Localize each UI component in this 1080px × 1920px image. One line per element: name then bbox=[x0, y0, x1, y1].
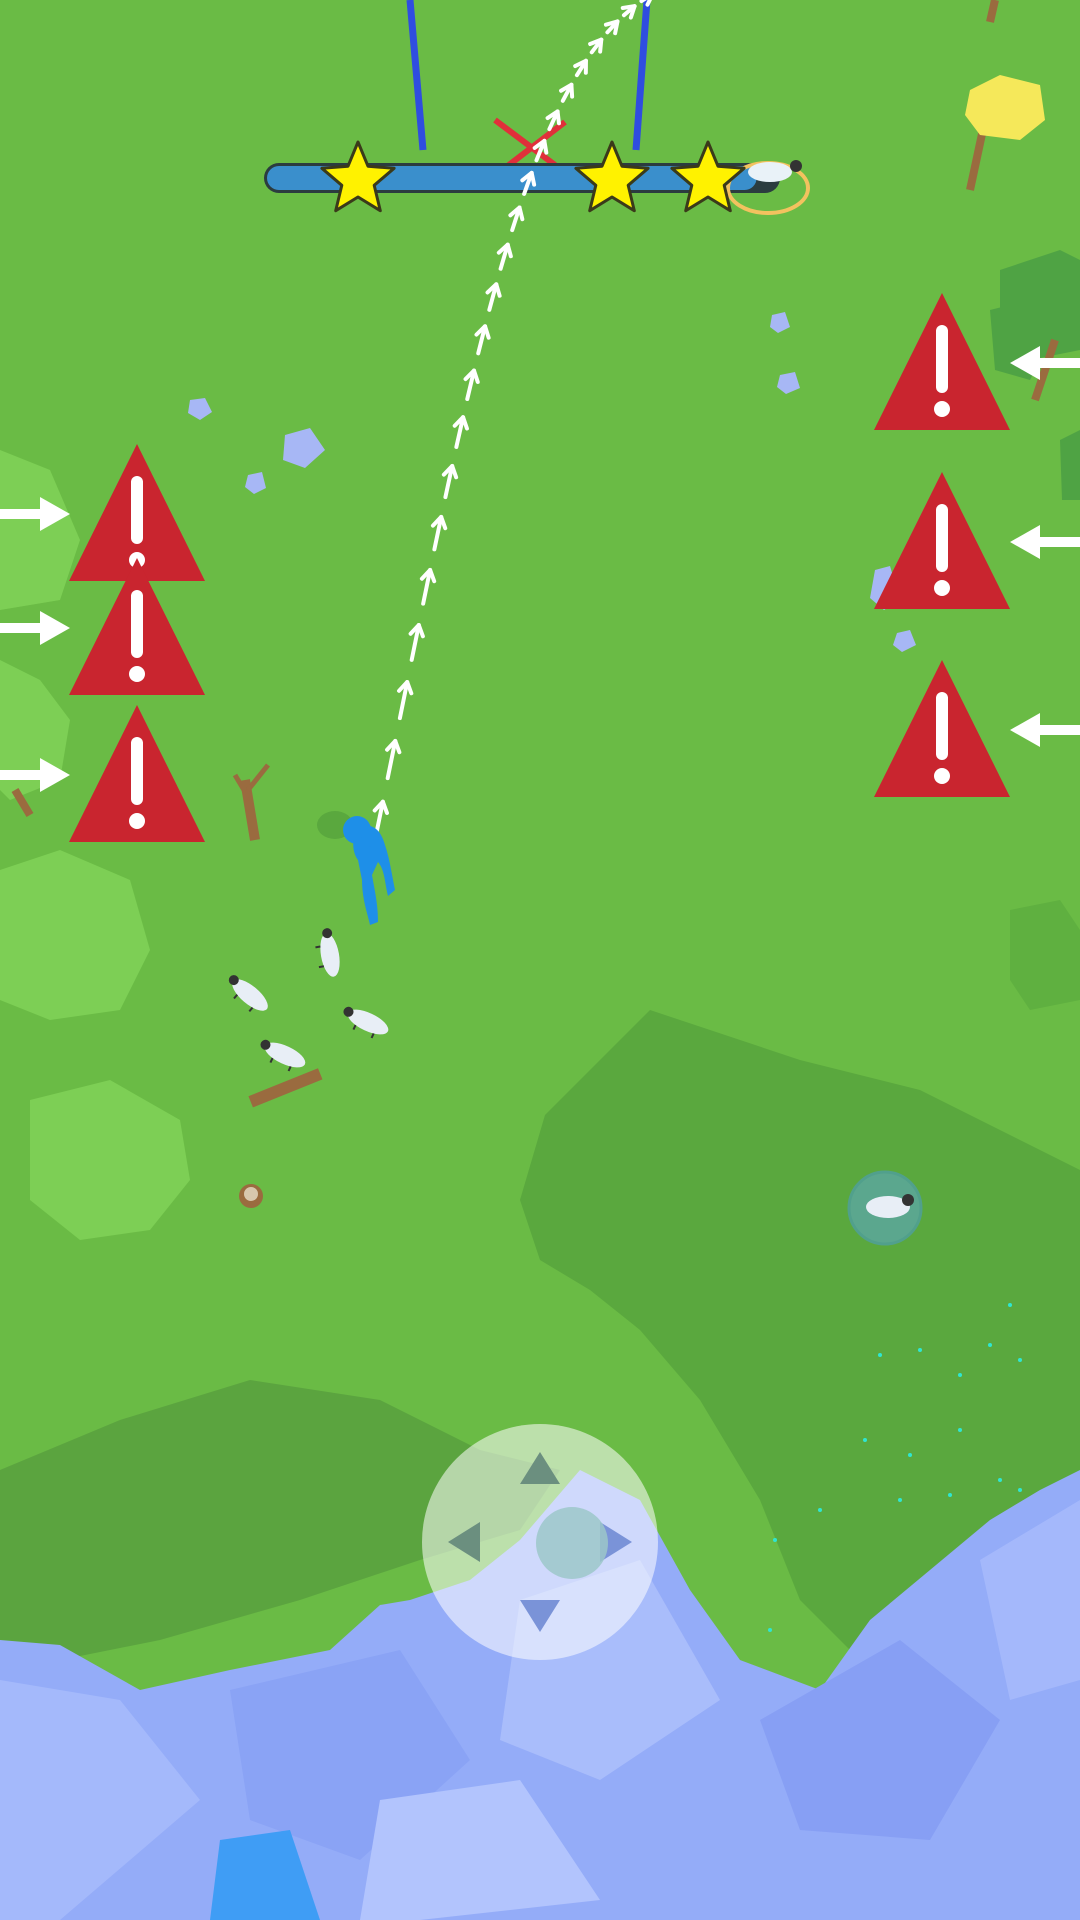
stump-top bbox=[244, 1187, 258, 1201]
joystick-knob[interactable] bbox=[536, 1507, 608, 1579]
joystick[interactable] bbox=[422, 1424, 658, 1660]
bubble-sheep bbox=[847, 1170, 923, 1246]
game-world bbox=[0, 0, 1080, 1920]
game-screen[interactable] bbox=[0, 0, 1080, 1920]
